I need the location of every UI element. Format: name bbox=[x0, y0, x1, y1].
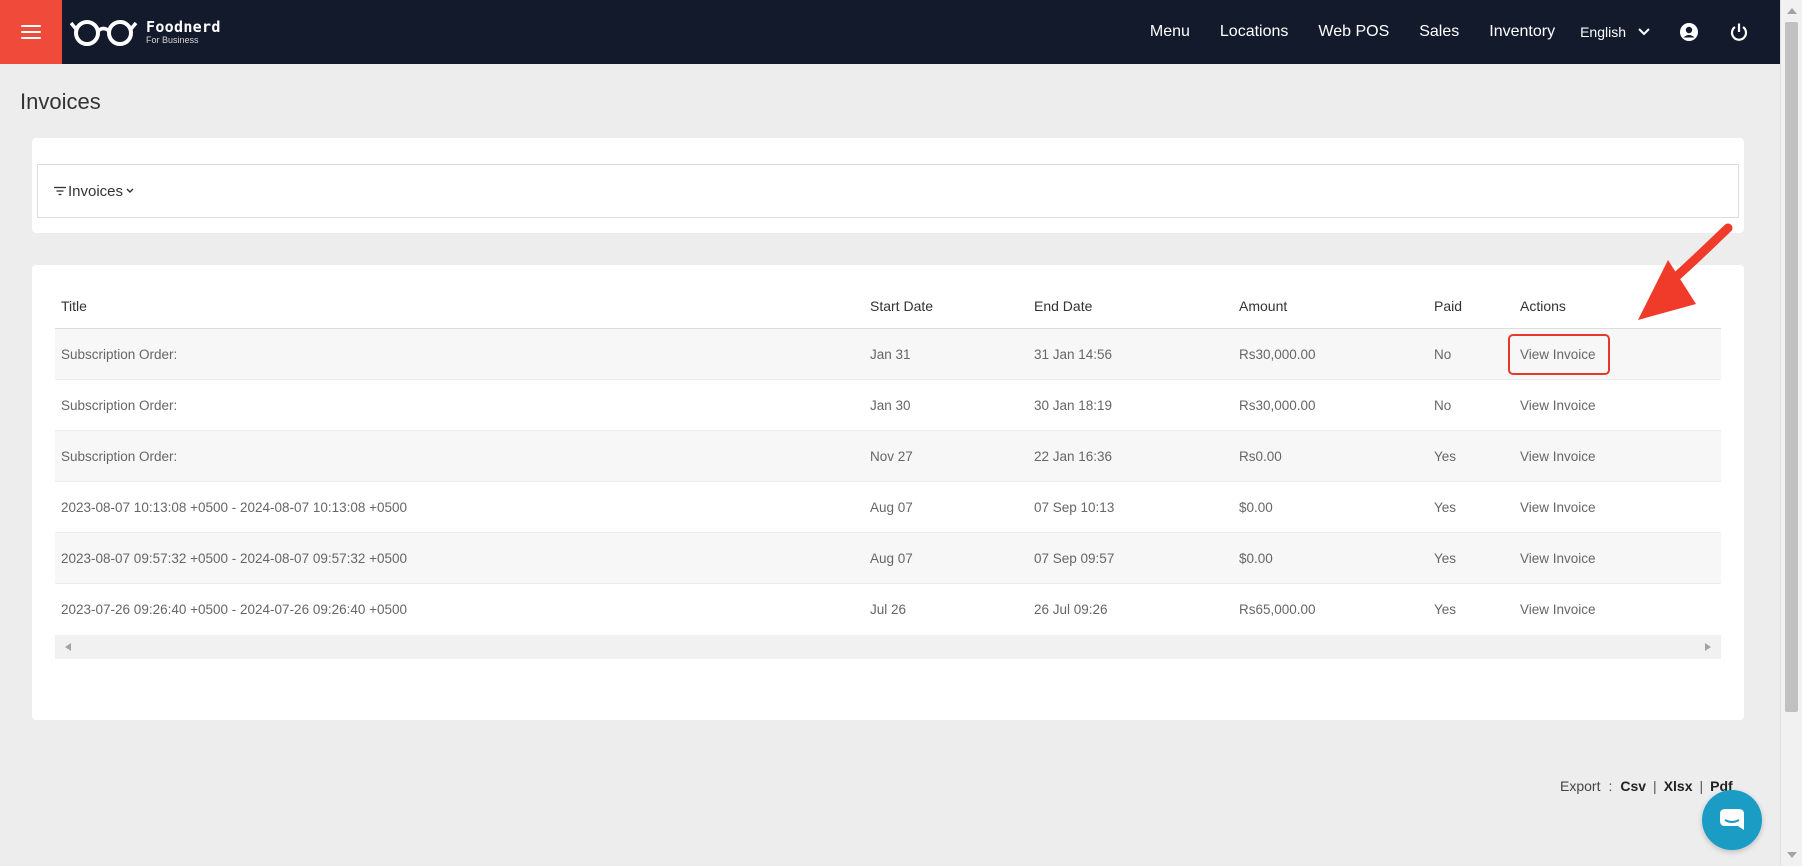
table-row: Subscription Order: Nov 27 22 Jan 16:36 … bbox=[55, 431, 1721, 482]
vertical-scrollbar[interactable] bbox=[1780, 0, 1802, 866]
logout-button[interactable] bbox=[1728, 21, 1750, 43]
export-label: Export bbox=[1560, 778, 1601, 794]
view-invoice-link[interactable]: View Invoice bbox=[1520, 398, 1720, 413]
user-account-icon bbox=[1680, 23, 1698, 41]
cell-start-date: Aug 07 bbox=[870, 550, 913, 566]
cell-title: 2023-08-07 10:13:08 +0500 - 2024-08-07 1… bbox=[61, 499, 408, 515]
glasses-logo-icon bbox=[70, 20, 138, 46]
chat-button[interactable] bbox=[1702, 790, 1762, 850]
scrollbar-thumb[interactable] bbox=[1785, 22, 1798, 712]
cell-amount: Rs30,000.00 bbox=[1239, 397, 1316, 413]
export-colon: : bbox=[1608, 778, 1613, 794]
export-separator: | bbox=[1653, 778, 1657, 794]
column-header-end-date: End Date bbox=[1034, 297, 1093, 314]
cell-end-date: 22 Jan 16:36 bbox=[1034, 448, 1113, 464]
scroll-up-icon bbox=[1787, 8, 1797, 14]
table-header: Title Start Date End Date Amount Paid Ac… bbox=[55, 283, 1721, 329]
nav-inventory[interactable]: Inventory bbox=[1489, 23, 1555, 41]
scroll-down-icon bbox=[1787, 852, 1797, 858]
export-bar: Export : Csv | Xlsx | Pdf bbox=[1560, 778, 1733, 794]
invoices-filter-toggle[interactable]: Invoices bbox=[37, 164, 1739, 218]
brand-subtitle: For Business bbox=[146, 34, 199, 45]
export-separator: | bbox=[1699, 778, 1704, 794]
cell-title: 2023-07-26 09:26:40 +0500 - 2024-07-26 0… bbox=[61, 602, 408, 617]
page-title: Invoices bbox=[20, 89, 101, 114]
filter-card: Invoices bbox=[32, 138, 1744, 233]
cell-paid: No bbox=[1434, 397, 1452, 413]
language-label: English bbox=[1580, 24, 1626, 40]
cell-amount: Rs0.00 bbox=[1239, 448, 1282, 464]
table-row: 2023-07-26 09:26:40 +0500 - 2024-07-26 0… bbox=[55, 584, 1721, 635]
cell-end-date: 31 Jan 14:56 bbox=[1034, 346, 1113, 362]
user-account-button[interactable] bbox=[1678, 21, 1700, 43]
cell-amount: $0.00 bbox=[1239, 499, 1273, 515]
nav-web-pos[interactable]: Web POS bbox=[1318, 23, 1389, 41]
export-xlsx-link[interactable]: Xlsx bbox=[1664, 778, 1693, 794]
cell-start-date: Nov 27 bbox=[870, 448, 913, 464]
filter-icon bbox=[54, 186, 66, 196]
scroll-left-icon bbox=[65, 643, 71, 651]
brand-name: Foodnerd bbox=[146, 17, 221, 36]
cell-start-date: Jul 26 bbox=[870, 602, 907, 617]
column-header-title: Title bbox=[61, 297, 87, 314]
cell-title: Subscription Order: bbox=[61, 346, 178, 362]
column-header-amount: Amount bbox=[1239, 297, 1288, 314]
cell-amount: Rs30,000.00 bbox=[1239, 346, 1316, 362]
cell-paid: Yes bbox=[1434, 602, 1457, 617]
chat-bubble-icon bbox=[1720, 809, 1744, 830]
cell-end-date: 26 Jul 09:26 bbox=[1034, 602, 1108, 617]
view-invoice-link[interactable]: View Invoice bbox=[1520, 551, 1720, 566]
top-navbar: Foodnerd For Business Menu Locations Web… bbox=[0, 0, 1780, 64]
column-header-paid: Paid bbox=[1434, 297, 1463, 314]
view-invoice-link[interactable]: View Invoice bbox=[1520, 449, 1720, 464]
invoices-table: Title Start Date End Date Amount Paid Ac… bbox=[55, 283, 1721, 659]
cell-title: 2023-08-07 09:57:32 +0500 - 2024-08-07 0… bbox=[61, 550, 408, 566]
hamburger-menu-icon bbox=[21, 25, 41, 39]
power-icon bbox=[1730, 23, 1748, 41]
cell-amount: Rs65,000.00 bbox=[1239, 602, 1316, 617]
cell-end-date: 07 Sep 09:57 bbox=[1034, 550, 1115, 566]
annotation-arrow-icon bbox=[1638, 223, 1733, 320]
cell-end-date: 30 Jan 18:19 bbox=[1034, 397, 1113, 413]
cell-start-date: Jan 30 bbox=[870, 397, 911, 413]
cell-title: Subscription Order: bbox=[61, 397, 178, 413]
table-row: Subscription Order: Jan 31 31 Jan 14:56 … bbox=[55, 329, 1721, 380]
main-nav: Menu Locations Web POS Sales Inventory E… bbox=[1135, 0, 1780, 64]
view-invoice-link[interactable]: View Invoice bbox=[1520, 602, 1720, 617]
export-csv-link[interactable]: Csv bbox=[1620, 778, 1646, 794]
cell-end-date: 07 Sep 10:13 bbox=[1034, 499, 1115, 515]
scroll-right-icon bbox=[1705, 643, 1711, 651]
cell-start-date: Jan 31 bbox=[870, 346, 911, 362]
nav-menu[interactable]: Menu bbox=[1150, 23, 1190, 41]
chevron-down-icon bbox=[1638, 28, 1650, 36]
table-row: 2023-08-07 10:13:08 +0500 - 2024-08-07 1… bbox=[55, 482, 1721, 533]
column-header-start-date: Start Date bbox=[870, 297, 934, 314]
view-invoice-link[interactable]: View Invoice bbox=[1508, 333, 1610, 375]
cell-paid: Yes bbox=[1434, 550, 1457, 566]
nav-sales[interactable]: Sales bbox=[1419, 23, 1459, 41]
view-invoice-link[interactable]: View Invoice bbox=[1520, 500, 1720, 515]
invoices-table-card: Title Start Date End Date Amount Paid Ac… bbox=[32, 265, 1744, 720]
table-row: 2023-08-07 09:57:32 +0500 - 2024-08-07 0… bbox=[55, 533, 1721, 584]
cell-start-date: Aug 07 bbox=[870, 499, 913, 515]
filter-label: Invoices bbox=[68, 182, 124, 200]
hamburger-menu-button[interactable] bbox=[0, 0, 62, 64]
cell-title: Subscription Order: bbox=[61, 448, 178, 464]
cell-paid: Yes bbox=[1434, 448, 1457, 464]
table-row: Subscription Order: Jan 30 30 Jan 18:19 … bbox=[55, 380, 1721, 431]
nav-locations[interactable]: Locations bbox=[1220, 23, 1289, 41]
language-selector[interactable]: English bbox=[1580, 24, 1650, 40]
chevron-down-icon bbox=[126, 188, 134, 193]
cell-amount: $0.00 bbox=[1239, 550, 1273, 566]
brand-logo[interactable]: Foodnerd For Business bbox=[70, 17, 221, 47]
cell-paid: Yes bbox=[1434, 499, 1457, 515]
horizontal-scrollbar[interactable] bbox=[55, 635, 1721, 659]
